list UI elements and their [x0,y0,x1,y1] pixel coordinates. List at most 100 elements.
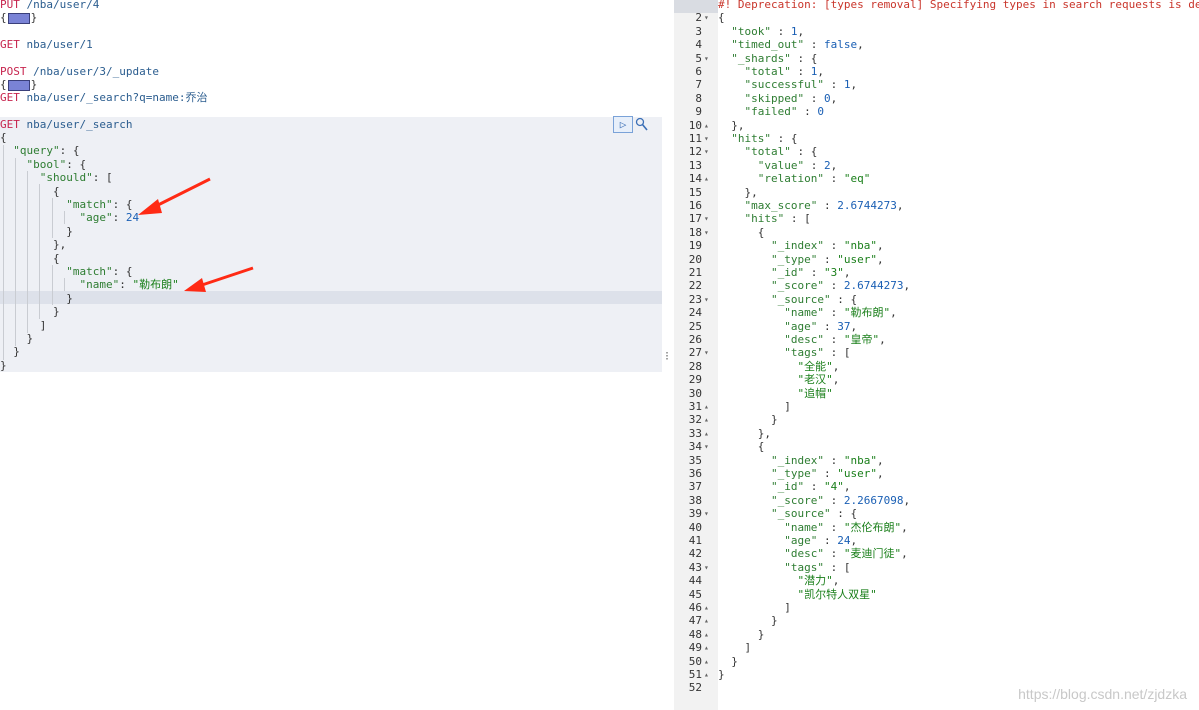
response-line: "hits" : [ [744,212,811,226]
code-line[interactable]: } [0,305,60,318]
response-line: { [718,11,725,25]
response-line: "hits" : { [731,132,798,145]
fold-toggle-icon[interactable]: ▴ [704,172,714,185]
fold-toggle-icon[interactable]: ▾ [704,346,714,359]
response-line: "timed_out" : false, [731,38,864,52]
request-path: nba/user/_search [19,118,133,131]
line-number: 29 [688,373,702,387]
line-number: 21 [688,266,702,279]
line-number: 18 [688,225,702,239]
watermark: https://blog.csdn.net/zjdzka [1018,686,1187,702]
fold-toggle-icon[interactable]: ▾ [704,11,714,24]
code-line[interactable]: "should": [ [0,171,113,184]
fold-toggle-icon[interactable]: ▴ [704,628,714,641]
line-number: 25 [688,319,702,333]
code-line[interactable]: "name": "勒布朗" [0,278,178,291]
line-number: 14 [688,172,702,186]
response-line: "追帽" [797,386,833,400]
fold-toggle-icon[interactable]: ▴ [704,400,714,413]
line-number: 8 [695,91,702,105]
code-line[interactable]: "age": 24 [0,211,139,224]
play-icon[interactable]: ▷ [613,116,633,133]
code-line[interactable]: "match": { [0,265,132,278]
line-number: 7 [695,78,702,92]
fold-toggle-icon[interactable]: ▾ [704,507,714,520]
fold-toggle-icon[interactable]: ▾ [704,145,714,158]
response-line: } [718,413,778,427]
http-method: GET [0,38,20,51]
fold-toggle-icon[interactable]: ▴ [704,655,714,668]
code-line[interactable]: } [0,292,73,305]
collapsed-body[interactable]: {} [0,78,37,91]
request-line-get-search[interactable]: GET nba/user/_search [0,118,132,131]
response-line: "_score" : 2.6744273, [770,279,911,293]
response-line: "_id" : "3", [770,266,851,279]
response-line: "全能", [797,359,840,373]
resize-handle-icon[interactable]: · · · [664,349,670,365]
fold-toggle-icon[interactable]: ▴ [704,614,714,627]
request-editor[interactable]: PUT /nba/user/4 {} GET nba/user/1 POST /… [0,0,662,710]
fold-toggle-icon[interactable]: ▴ [704,641,714,654]
fold-toggle-icon[interactable]: ▾ [704,212,714,225]
response-line: "successful" : 1, [744,78,858,92]
response-line: "tags" : [ [784,346,851,360]
fold-toggle-icon[interactable]: ▴ [704,601,714,614]
request-path: nba/user/_search?q=name:乔治 [19,91,208,104]
code-line[interactable]: "bool": { [0,158,87,171]
line-number: 6 [695,65,702,78]
fold-toggle-icon[interactable]: ▾ [704,226,714,239]
response-line: "desc" : "麦迪门徒", [784,547,908,561]
request-line-get-search-q[interactable]: GET nba/user/_search?q=name:乔治 [0,91,207,104]
folded-placeholder[interactable] [7,12,30,24]
line-number: 5 [695,51,702,65]
line-number: 33 [688,426,702,440]
request-line-put[interactable]: PUT /nba/user/4 [0,0,99,11]
code-line[interactable]: { [0,185,60,198]
response-line: "凯尔特人双星" [797,587,877,601]
fold-toggle-icon[interactable]: ▾ [704,440,714,453]
response-line: "value" : 2, [757,158,838,172]
line-number: 44 [688,574,702,588]
code-line[interactable]: "query": { [0,144,79,157]
response-line: "_score" : 2.2667098, [770,493,911,507]
response-line: { [718,440,765,454]
response-line: }, [718,426,771,440]
response-line: "name" : "勒布朗", [784,306,897,320]
folded-placeholder[interactable] [7,79,30,91]
line-number: 42 [688,547,702,561]
code-line[interactable]: }, [0,238,66,251]
code-line[interactable]: } [0,332,33,345]
collapsed-body[interactable]: {} [0,11,37,24]
fold-toggle-icon[interactable]: ▴ [704,668,714,681]
response-line: "desc" : "皇帝", [784,333,886,346]
response-line: ] [718,601,791,614]
code-line[interactable]: { [0,131,7,144]
wrench-icon[interactable] [635,116,649,133]
line-number: 41 [688,534,702,547]
response-line: "max_score" : 2.6744273, [744,199,904,212]
fold-toggle-icon[interactable]: ▾ [704,561,714,574]
request-line-post[interactable]: POST /nba/user/3/_update [0,65,159,78]
line-number: 26 [688,333,702,346]
response-line: ] [718,641,752,655]
request-line-get[interactable]: GET nba/user/1 [0,38,93,51]
code-line[interactable]: { [0,252,60,265]
response-line: "_type" : "user", [770,252,884,266]
fold-toggle-icon[interactable]: ▴ [704,413,714,426]
code-line[interactable]: } [0,359,7,372]
fold-toggle-icon[interactable]: ▾ [704,52,714,65]
line-number: 24 [688,306,702,320]
fold-toggle-icon[interactable]: ▾ [704,293,714,306]
http-method: POST [0,65,27,78]
code-line[interactable]: ] [0,319,47,332]
fold-toggle-icon[interactable]: ▴ [704,119,714,132]
response-line: "_source" : { [770,507,858,521]
response-viewer[interactable]: 12▾345▾678910▴11▾12▾1314▴151617▾18▾19202… [674,0,1199,710]
line-number: 45 [688,587,702,601]
code-line[interactable]: "match": { [0,198,132,211]
code-line[interactable]: } [0,225,73,238]
fold-toggle-icon[interactable]: ▴ [704,427,714,440]
fold-toggle-icon[interactable]: ▾ [704,132,714,145]
active-request-highlight [0,117,662,372]
code-line[interactable]: } [0,345,20,358]
